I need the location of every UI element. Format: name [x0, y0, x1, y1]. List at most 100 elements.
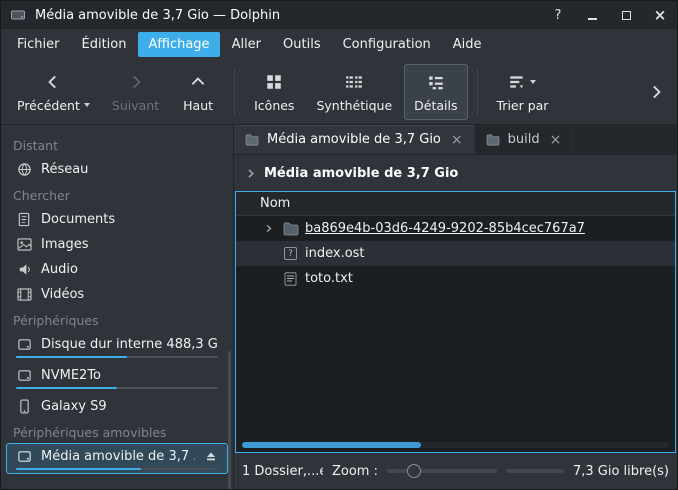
file-row-toto-txt[interactable]: toto.txt [236, 266, 675, 291]
file-name[interactable]: index.ost [305, 246, 365, 261]
film-icon [16, 286, 32, 302]
sidebar-item-label: Réseau [41, 162, 218, 177]
status-bar: 1 Dossier,...ers (99 o) Zoom : 7,3 Gio l… [234, 453, 677, 489]
dolphin-window: Média amovible de 3,7 Gio — Dolphin ? × … [0, 0, 678, 490]
compact-view-button[interactable]: Synthétique [306, 64, 402, 120]
tab-media-amovible[interactable]: Média amovible de 3,7 Gio × [234, 125, 475, 154]
sidebar-item-media-amovible[interactable]: Média amovible de 3,7 ... [6, 443, 228, 474]
tab-label: Média amovible de 3,7 Gio [267, 132, 441, 147]
minimize-icon [588, 18, 597, 20]
minimize-button[interactable] [583, 6, 601, 24]
file-view[interactable]: Nom ba869e4b-03d6-4249-9202-85b4cec767a7… [235, 191, 676, 453]
tab-label: build [508, 132, 540, 147]
expand-arrow-icon[interactable] [260, 223, 276, 234]
help-button[interactable]: ? [549, 6, 567, 24]
file-row-index-ost[interactable]: ? index.ost [236, 241, 675, 266]
sidebar-item-label: Vidéos [41, 287, 218, 302]
text-file-icon [282, 271, 299, 287]
menubar: Fichier Édition Affichage Aller Outils C… [1, 29, 677, 59]
details-list-icon [427, 71, 445, 93]
menu-aide[interactable]: Aide [443, 32, 492, 57]
window-controls: ? × [549, 6, 669, 24]
scrollbar-thumb[interactable] [242, 442, 421, 448]
maximize-icon [622, 11, 631, 20]
sidebar-item-audio[interactable]: Audio [6, 256, 228, 281]
details-view-label: Détails [414, 98, 457, 113]
zoom-slider[interactable] [387, 463, 497, 479]
back-button[interactable]: Précédent [7, 64, 100, 120]
selection-summary: 1 Dossier,...ers (99 o) [242, 464, 323, 479]
close-button[interactable]: × [651, 6, 669, 24]
tab-close-icon[interactable]: × [451, 133, 463, 147]
sidebar-item-nvme2to[interactable]: NVME2To [6, 362, 228, 393]
disk-usage-bar [16, 387, 218, 389]
up-button[interactable]: Haut [171, 64, 225, 120]
eject-icon[interactable] [204, 449, 218, 463]
file-name[interactable]: ba869e4b-03d6-4249-9202-85b4cec767a7 [305, 221, 585, 236]
section-header-peripheriques: Périphériques [1, 306, 233, 331]
tab-build[interactable]: build × [475, 125, 574, 154]
menu-edition[interactable]: Édition [72, 32, 137, 57]
menu-affichage[interactable]: Affichage [138, 32, 219, 57]
breadcrumb: Média amovible de 3,7 Gio [234, 155, 677, 191]
sort-by-label: Trier par [497, 98, 549, 113]
free-space-bar [506, 469, 564, 473]
icons-view-button[interactable]: Icônes [244, 64, 304, 120]
sort-by-button[interactable]: Trier par [487, 64, 559, 120]
chevron-left-icon [44, 71, 62, 93]
sidebar-scrollbar[interactable] [228, 351, 231, 489]
column-header-nom[interactable]: Nom [260, 196, 290, 211]
window-title: Média amovible de 3,7 Gio — Dolphin [35, 8, 280, 23]
sidebar-item-documents[interactable]: Documents [6, 206, 228, 231]
phone-icon [16, 398, 32, 414]
sidebar-item-label: Documents [41, 212, 218, 227]
tab-close-icon[interactable]: × [550, 133, 562, 147]
sidebar-item-videos[interactable]: Vidéos [6, 281, 228, 306]
menu-fichier[interactable]: Fichier [7, 32, 70, 57]
removable-drive-icon [16, 448, 32, 464]
toolbar-overflow-button[interactable] [641, 79, 671, 105]
file-row-folder[interactable]: ba869e4b-03d6-4249-9202-85b4cec767a7 [236, 216, 675, 241]
sort-dropdown-caret-icon[interactable] [530, 80, 536, 84]
file-name[interactable]: toto.txt [305, 271, 353, 286]
toolbar-separator [477, 69, 478, 115]
maximize-button[interactable] [617, 6, 635, 24]
zoom-slider-track[interactable] [387, 469, 497, 473]
sidebar-item-reseau[interactable]: Réseau [6, 156, 228, 181]
forward-button[interactable]: Suivant [102, 64, 169, 120]
sidebar-item-label: Galaxy S9 [41, 399, 218, 414]
section-header-peripheriques-amovibles: Périphériques amovibles [1, 418, 233, 443]
compact-list-icon [345, 71, 363, 93]
sort-icon [508, 73, 526, 91]
details-view-button[interactable]: Détails [404, 64, 467, 120]
zoom-label: Zoom : [332, 464, 378, 479]
sidebar-item-galaxy-s9[interactable]: Galaxy S9 [6, 393, 228, 418]
grid-icon [265, 71, 283, 93]
breadcrumb-current[interactable]: Média amovible de 3,7 Gio [264, 166, 458, 181]
menu-configuration[interactable]: Configuration [333, 32, 441, 57]
places-panel: Distant Réseau Chercher Documents Images [1, 125, 234, 489]
chevron-right-icon [647, 83, 665, 101]
sidebar-item-images[interactable]: Images [6, 231, 228, 256]
free-space-text: 7,3 Gio libre(s) [573, 464, 669, 479]
sidebar-item-disque-dur[interactable]: Disque dur interne 488,3 G... [6, 331, 228, 362]
folder-icon [245, 132, 260, 147]
sidebar-item-label: NVME2To [41, 368, 218, 383]
chevron-right-icon[interactable] [244, 167, 257, 180]
titlebar[interactable]: Média amovible de 3,7 Gio — Dolphin ? × [1, 1, 677, 29]
sidebar-item-label: Audio [41, 262, 218, 277]
image-icon [16, 236, 32, 252]
document-icon [16, 211, 32, 227]
forward-label: Suivant [112, 98, 159, 113]
compact-view-label: Synthétique [316, 98, 392, 113]
menu-outils[interactable]: Outils [273, 32, 331, 57]
up-label: Haut [183, 98, 213, 113]
section-header-chercher: Chercher [1, 181, 233, 206]
horizontal-scrollbar[interactable] [242, 442, 669, 448]
menu-aller[interactable]: Aller [222, 32, 271, 57]
sidebar-item-label: Média amovible de 3,7 ... [41, 449, 195, 464]
zoom-slider-handle[interactable] [407, 464, 421, 478]
back-dropdown-caret-icon[interactable] [84, 103, 90, 107]
hard-drive-icon [16, 367, 32, 383]
disk-usage-bar [16, 356, 218, 358]
